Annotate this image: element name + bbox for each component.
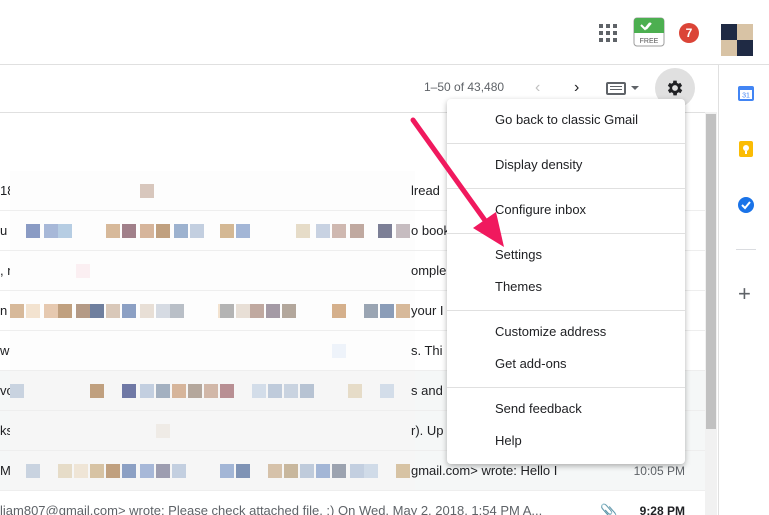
apps-grid-icon[interactable] — [599, 24, 617, 42]
email-snippet: liam807@gmail.com> wrote: Please check a… — [0, 503, 543, 515]
menu-item-help[interactable]: Help — [447, 426, 685, 456]
email-snippet: o book — [411, 223, 451, 238]
gear-icon — [667, 80, 683, 96]
input-tools-dropdown-icon[interactable] — [631, 86, 639, 90]
menu-item-configure-inbox[interactable]: Configure inbox — [447, 195, 685, 225]
menu-item-send-feedback[interactable]: Send feedback — [447, 394, 685, 424]
redacted-content — [10, 251, 415, 290]
email-snippet-start: u — [0, 223, 8, 238]
menu-item-display-density[interactable]: Display density — [447, 150, 685, 180]
menu-item-themes[interactable]: Themes — [447, 272, 685, 302]
menu-item-settings[interactable]: Settings — [447, 240, 685, 270]
email-snippet: lread — [411, 183, 440, 198]
prev-page-icon[interactable]: ‹ — [535, 79, 540, 97]
keyboard-icon[interactable] — [606, 82, 626, 95]
pagination-text: 1–50 of 43,480 — [424, 80, 505, 94]
free-extension-icon[interactable]: FREE — [632, 15, 666, 49]
paperclip-icon: 📎 — [600, 503, 618, 515]
scrollbar-thumb[interactable] — [706, 114, 716, 429]
gmail-window: FREE 7 1–50 of 43,480 ‹ › 18 lread u o b… — [0, 0, 769, 515]
email-time: 9:28 PM — [639, 504, 685, 515]
free-badge-label: FREE — [640, 38, 659, 45]
redacted-content — [10, 291, 415, 330]
menu-divider — [447, 143, 685, 144]
menu-item-get-addons[interactable]: Get add-ons — [447, 349, 685, 379]
redacted-content — [10, 211, 415, 250]
email-snippet: omple — [411, 263, 447, 278]
redacted-content — [10, 411, 415, 450]
keep-icon[interactable] — [737, 140, 755, 158]
tasks-icon[interactable] — [737, 196, 755, 214]
side-panel-divider — [736, 249, 756, 250]
menu-item-classic-gmail[interactable]: Go back to classic Gmail — [447, 105, 685, 135]
email-row[interactable]: liam807@gmail.com> wrote: Please check a… — [0, 491, 705, 515]
menu-divider — [447, 188, 685, 189]
notification-badge[interactable]: 7 — [679, 23, 699, 43]
top-bar: FREE 7 — [0, 0, 769, 65]
email-snippet: your I — [411, 303, 444, 318]
avatar[interactable] — [721, 24, 753, 56]
email-snippet: r). Up — [411, 423, 444, 438]
side-panel: 31 + — [718, 65, 769, 515]
redacted-content — [10, 331, 415, 370]
menu-divider — [447, 310, 685, 311]
email-snippet: s. Thi — [411, 343, 443, 358]
calendar-day: 31 — [742, 93, 750, 100]
redacted-content — [10, 371, 415, 410]
redacted-content — [10, 451, 415, 490]
calendar-icon[interactable]: 31 — [737, 84, 755, 102]
email-snippet: s and — [411, 383, 443, 398]
next-page-icon[interactable]: › — [574, 79, 579, 97]
get-addons-plus-icon[interactable]: + — [738, 283, 751, 305]
redacted-content — [10, 171, 415, 210]
menu-divider — [447, 387, 685, 388]
settings-menu: Go back to classic Gmail Display density… — [447, 99, 685, 464]
menu-item-customize-address[interactable]: Customize address — [447, 317, 685, 347]
menu-divider — [447, 233, 685, 234]
scrollbar[interactable] — [705, 112, 717, 515]
